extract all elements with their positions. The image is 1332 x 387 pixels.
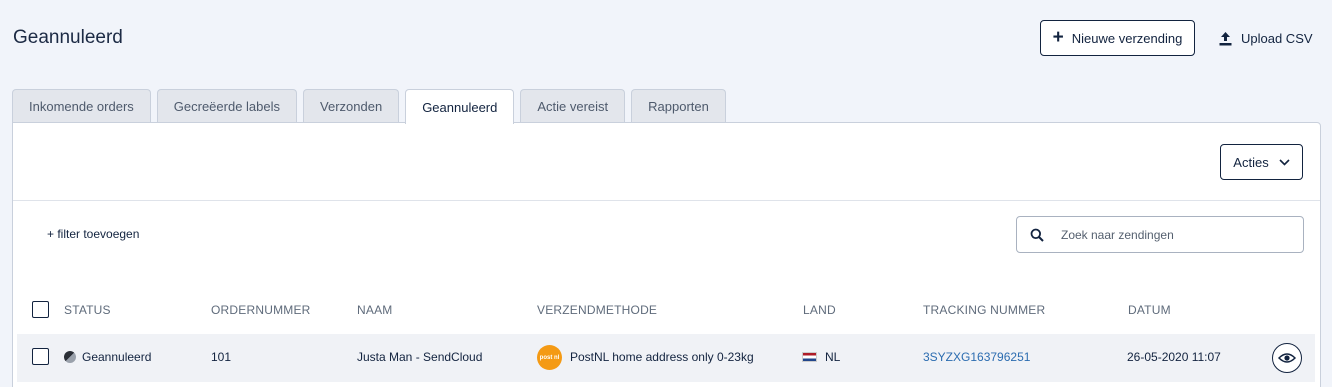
- table-row[interactable]: Geannuleerd 101 Justa Man - SendCloud po…: [17, 334, 1315, 382]
- column-header-order-number[interactable]: ORDERNUMMER: [211, 303, 311, 317]
- upload-csv-label: Upload CSV: [1241, 30, 1313, 46]
- tab-created-labels[interactable]: Gecreëerde labels: [156, 89, 298, 123]
- actions-label: Acties: [1233, 154, 1269, 170]
- select-all-checkbox[interactable]: [32, 301, 49, 318]
- nl-flag-icon: [802, 352, 817, 362]
- plus-icon: +: [1052, 26, 1064, 48]
- column-header-tracking-number[interactable]: TRACKING NUMMER: [923, 303, 1045, 317]
- column-header-country[interactable]: LAND: [803, 303, 836, 317]
- divider: [13, 200, 1320, 201]
- search-box[interactable]: [1016, 216, 1304, 253]
- status-cell: Geannuleerd: [64, 350, 151, 364]
- add-filter-link[interactable]: + filter toevoegen: [47, 227, 139, 241]
- column-header-status[interactable]: STATUS: [64, 303, 111, 317]
- content-panel: Acties + filter toevoegen STATUS ORDERNU…: [12, 122, 1321, 387]
- tab-shipped[interactable]: Verzonden: [303, 89, 400, 123]
- tab-bar: Inkomende orders Gecreëerde labels Verzo…: [12, 89, 726, 124]
- tab-reports[interactable]: Rapporten: [631, 89, 726, 123]
- column-header-name[interactable]: NAAM: [357, 303, 392, 317]
- order-number-cell: 101: [211, 350, 232, 364]
- new-shipment-button[interactable]: + Nieuwe verzending: [1040, 20, 1195, 56]
- upload-icon: [1219, 31, 1232, 45]
- column-header-shipping-method[interactable]: VERZENDMETHODE: [537, 303, 657, 317]
- search-icon: [1017, 228, 1057, 242]
- search-input[interactable]: [1061, 227, 1291, 242]
- country-code: NL: [825, 350, 841, 364]
- row-checkbox[interactable]: [32, 348, 49, 365]
- status-text: Geannuleerd: [82, 350, 152, 364]
- postnl-logo-text: post nl: [539, 354, 560, 361]
- tracking-number-link[interactable]: 3SYZXG163796251: [923, 350, 1030, 364]
- chevron-down-icon: [1279, 158, 1290, 166]
- tab-action-required[interactable]: Actie vereist: [520, 89, 626, 123]
- new-shipment-label: Nieuwe verzending: [1071, 30, 1183, 46]
- tab-incoming-orders[interactable]: Inkomende orders: [12, 89, 151, 123]
- actions-dropdown-button[interactable]: Acties: [1220, 144, 1303, 180]
- table-header: STATUS ORDERNUMMER NAAM VERZENDMETHODE L…: [13, 297, 1320, 323]
- upload-csv-button[interactable]: Upload CSV: [1218, 29, 1313, 47]
- name-cell: Justa Man - SendCloud: [357, 350, 483, 364]
- status-icon: [64, 351, 76, 363]
- country-cell: NL: [802, 350, 840, 364]
- tab-cancelled[interactable]: Geannuleerd: [405, 89, 515, 124]
- page-title: Geannuleerd: [13, 27, 123, 48]
- eye-icon: [1278, 353, 1296, 363]
- view-shipment-button[interactable]: [1272, 343, 1302, 373]
- shipping-method-cell: PostNL home address only 0-23kg: [570, 350, 754, 364]
- date-cell: 26-05-2020 11:07: [1127, 350, 1221, 364]
- column-header-date[interactable]: DATUM: [1128, 303, 1171, 317]
- postnl-logo: post nl: [537, 345, 562, 370]
